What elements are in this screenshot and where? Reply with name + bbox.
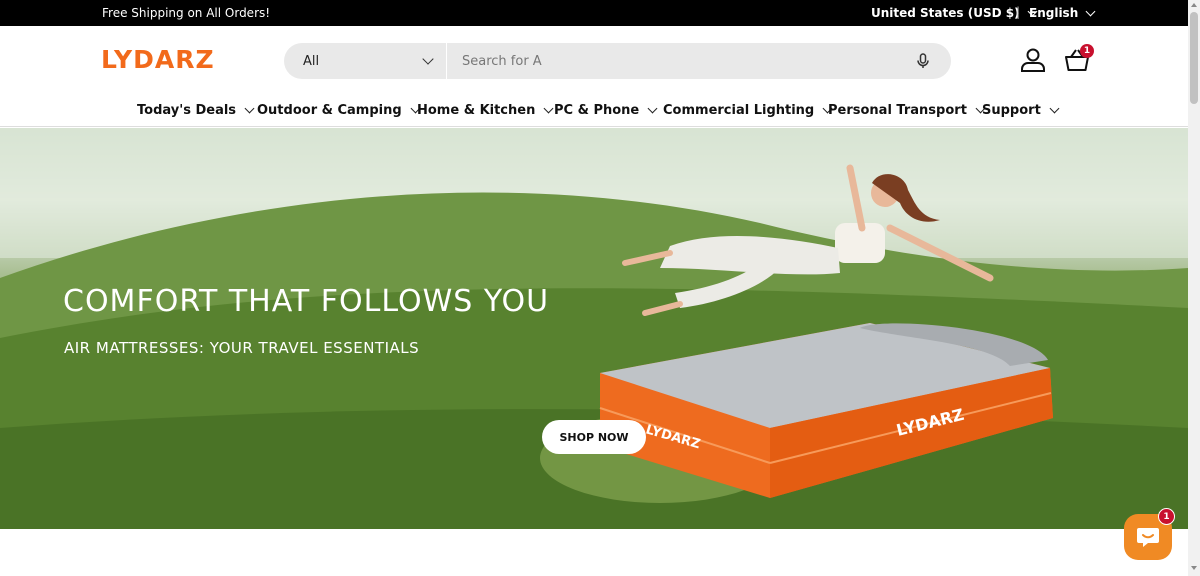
scroll-down-arrow-icon[interactable] <box>1191 566 1197 570</box>
hero-image: LYDARZ LYDARZ <box>0 128 1188 529</box>
nav-label: PC & Phone <box>554 103 640 118</box>
nav-label: Support <box>982 103 1041 118</box>
shop-now-button[interactable]: SHOP NOW <box>542 420 646 454</box>
search-category-select[interactable]: All <box>284 43 447 79</box>
nav-item-personal-transport[interactable]: Personal Transport <box>828 103 986 118</box>
microphone-icon[interactable] <box>914 52 932 70</box>
chevron-down-icon <box>422 53 434 65</box>
chevron-down-icon <box>543 103 554 114</box>
nav-label: Home & Kitchen <box>417 103 536 118</box>
cart-count-badge: 1 <box>1080 44 1094 58</box>
account-icon[interactable] <box>1020 47 1046 73</box>
nav-label: Outdoor & Camping <box>257 103 402 118</box>
announcement-message: Free Shipping on All Orders! <box>102 6 271 20</box>
page-scrollbar[interactable] <box>1188 0 1200 576</box>
nav-label: Today's Deals <box>137 103 237 118</box>
search-bar: All <box>284 43 951 79</box>
chat-notification-badge: 1 <box>1158 508 1175 525</box>
scroll-up-arrow-icon[interactable] <box>1191 3 1197 7</box>
hero-headline: COMFORT THAT FOLLOWS YOU <box>63 284 550 319</box>
announcement-bar: Free Shipping on All Orders! United Stat… <box>0 0 1188 26</box>
nav-item-outdoor-camping[interactable]: Outdoor & Camping <box>257 103 421 118</box>
nav-item-commercial-lighting[interactable]: Commercial Lighting <box>663 103 833 118</box>
chat-bubble-icon <box>1137 528 1159 547</box>
nav-item-support[interactable]: Support <box>982 103 1060 118</box>
main-navigation: Today's Deals Outdoor & Camping Home & K… <box>0 97 1188 127</box>
region-selector[interactable]: United States (USD $) <box>871 6 1038 20</box>
nav-label: Personal Transport <box>828 103 967 118</box>
site-logo[interactable]: LYDARZ <box>101 45 215 74</box>
region-label: United States (USD $) <box>871 6 1020 20</box>
hero-subheadline: AIR MATTRESSES: YOUR TRAVEL ESSENTIALS <box>64 339 420 357</box>
nav-item-todays-deals[interactable]: Today's Deals <box>137 103 255 118</box>
chevron-down-icon <box>1085 6 1096 16</box>
chevron-down-icon <box>647 103 658 114</box>
language-selector[interactable]: English <box>1029 6 1096 20</box>
chevron-down-icon <box>244 103 255 114</box>
divider: | <box>1016 5 1021 19</box>
nav-label: Commercial Lighting <box>663 103 815 118</box>
hero-banner: LYDARZ LYDARZ COMFORT THAT FOLLOWS YOU A… <box>0 128 1188 529</box>
nav-item-home-kitchen[interactable]: Home & Kitchen <box>417 103 554 118</box>
search-category-label: All <box>303 54 320 69</box>
nav-item-pc-phone[interactable]: PC & Phone <box>554 103 658 118</box>
search-input[interactable] <box>462 52 862 70</box>
scrollbar-thumb[interactable] <box>1190 12 1198 104</box>
language-label: English <box>1029 6 1079 20</box>
chevron-down-icon <box>1049 103 1060 114</box>
